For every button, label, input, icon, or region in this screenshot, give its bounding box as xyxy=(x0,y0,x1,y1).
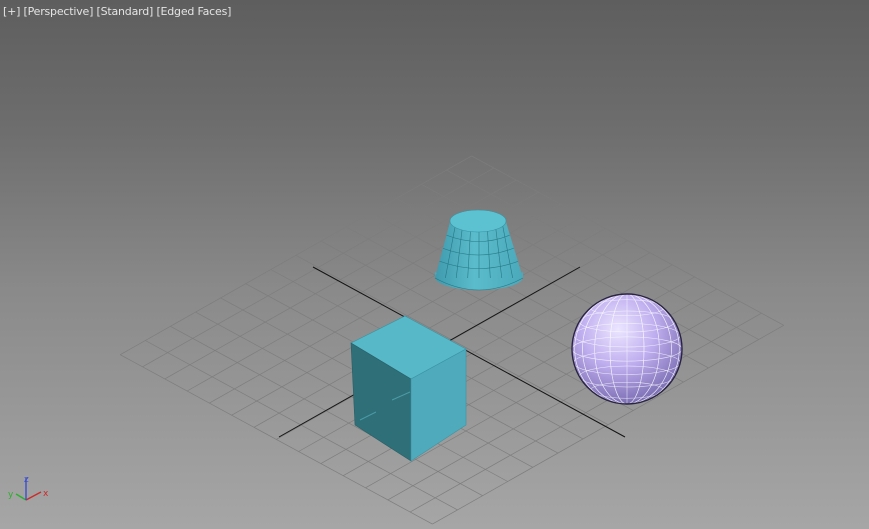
axis-tripod: x y z xyxy=(8,475,49,501)
scene-canvas[interactable] xyxy=(0,0,869,529)
cone-object[interactable] xyxy=(434,209,524,291)
box-object[interactable] xyxy=(350,315,467,462)
axis-x-label: x xyxy=(43,489,49,499)
axis-x-line xyxy=(25,491,42,501)
axis-y-line xyxy=(15,493,27,501)
axis-z-label: z xyxy=(24,475,29,485)
perspective-viewport[interactable]: [+] [Perspective] [Standard] [Edged Face… xyxy=(0,0,869,529)
axis-y-label: y xyxy=(8,490,14,500)
sphere-object[interactable] xyxy=(571,293,683,405)
home-grid xyxy=(120,155,784,525)
